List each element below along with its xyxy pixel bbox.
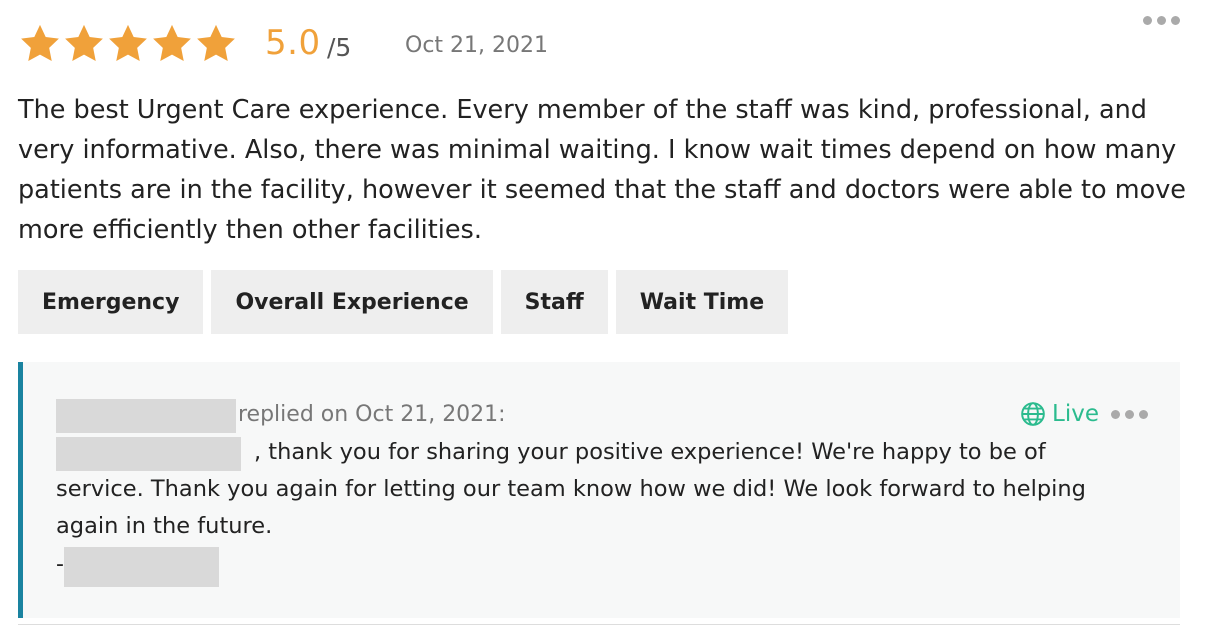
tag-staff[interactable]: Staff <box>500 270 608 334</box>
status-label: Live <box>1052 401 1099 427</box>
owner-reply: replied on Oct 21, 2021: Live , thank yo… <box>18 362 1180 618</box>
reply-body: , thank you for sharing your positive ex… <box>56 434 1136 545</box>
globe-icon <box>1021 402 1045 426</box>
review-date: Oct 21, 2021 <box>405 33 548 58</box>
reply-more-options-button[interactable] <box>1111 409 1148 419</box>
rating-value: 5.0 <box>265 23 321 63</box>
more-horizontal-icon <box>1139 409 1148 419</box>
star-icon <box>197 24 235 62</box>
star-icon <box>65 24 103 62</box>
star-rating <box>18 22 238 66</box>
reply-status: Live <box>1020 401 1148 427</box>
star-icon <box>153 24 191 62</box>
divider <box>18 624 1180 625</box>
reply-meta: replied on Oct 21, 2021: <box>238 402 506 427</box>
more-horizontal-icon <box>1125 409 1134 419</box>
signature-prefix: - <box>56 552 64 577</box>
tag-list: Emergency Overall Experience Staff Wait … <box>18 270 789 334</box>
review-text: The best Urgent Care experience. Every m… <box>18 95 1186 245</box>
review-header: 5.0 /5 Oct 21, 2021 <box>18 16 1198 70</box>
tag-overall-experience[interactable]: Overall Experience <box>211 270 493 334</box>
redacted-signature <box>64 547 219 587</box>
more-horizontal-icon <box>1111 409 1120 419</box>
more-options-button[interactable] <box>1139 12 1184 29</box>
redacted-replier-name <box>56 399 236 433</box>
reply-text: , thank you for sharing your positive ex… <box>56 439 1086 539</box>
more-horizontal-icon <box>1171 16 1180 25</box>
star-icon <box>21 24 59 62</box>
tag-emergency[interactable]: Emergency <box>18 270 204 334</box>
more-horizontal-icon <box>1157 16 1166 25</box>
tag-wait-time[interactable]: Wait Time <box>615 270 789 334</box>
star-icon <box>109 24 147 62</box>
more-horizontal-icon <box>1143 16 1152 25</box>
rating-max: /5 <box>327 33 352 62</box>
